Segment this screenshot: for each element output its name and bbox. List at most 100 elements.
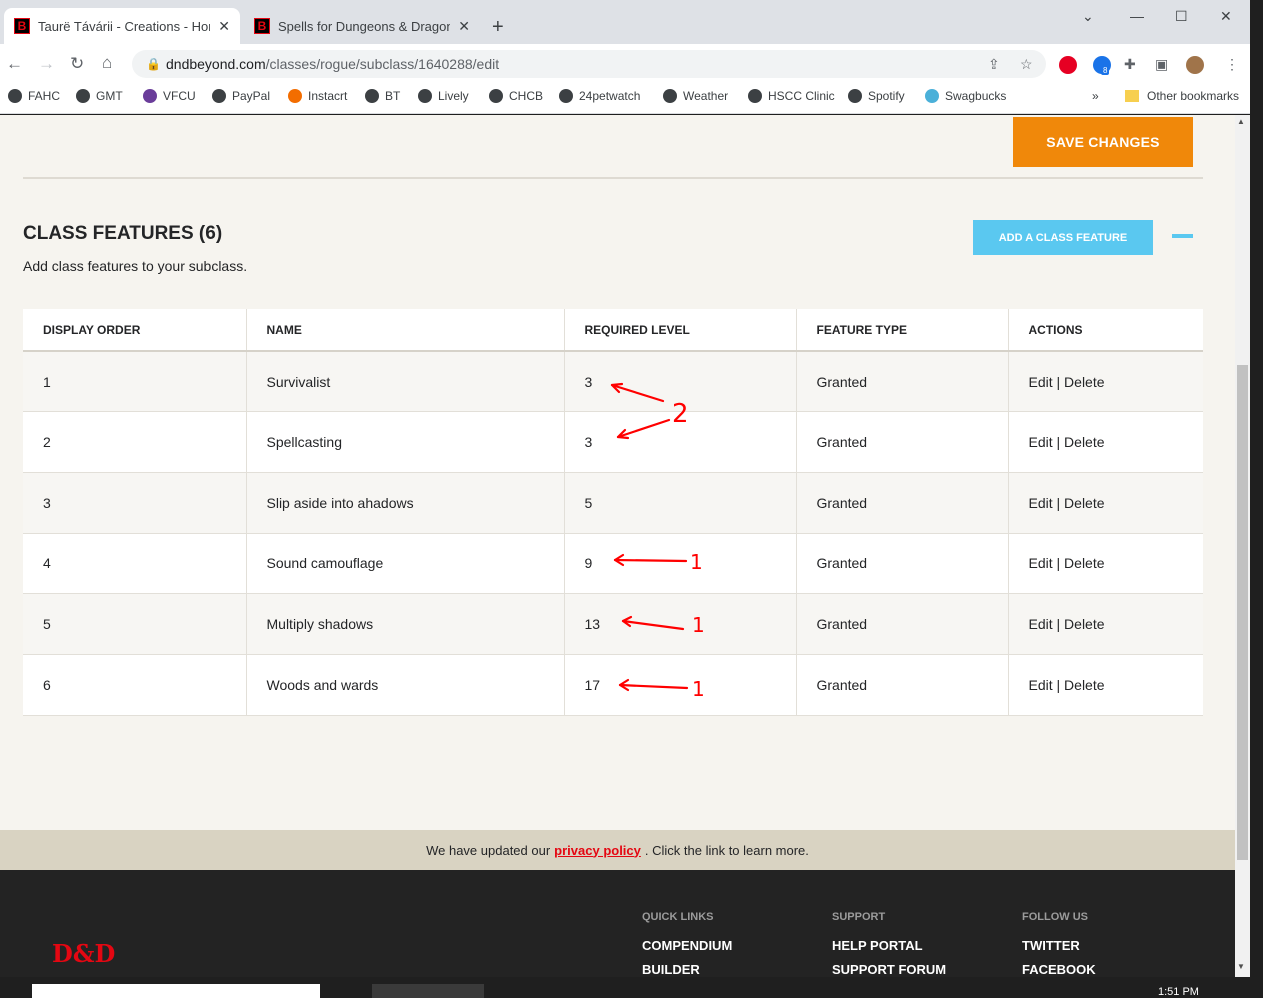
scroll-down-arrow-icon[interactable]: ▼ <box>1237 962 1245 971</box>
close-tab-icon[interactable]: ✕ <box>458 18 470 35</box>
delete-link[interactable]: Delete <box>1064 434 1104 450</box>
forward-arrow-icon[interactable]: → <box>38 54 55 74</box>
lock-icon[interactable]: 🔒 <box>146 57 161 71</box>
edit-link[interactable]: Edit <box>1029 495 1053 511</box>
cell-level: 17 <box>564 654 797 716</box>
extension-badge-count: 8 <box>1101 66 1110 75</box>
url-host: dndbeyond.com <box>166 56 266 72</box>
globe-icon <box>76 89 90 103</box>
swagbucks-icon <box>925 89 939 103</box>
bookmark-chcb[interactable]: CHCB <box>489 89 543 103</box>
bookmark-label: FAHC <box>28 89 61 103</box>
back-arrow-icon[interactable]: ← <box>6 54 23 74</box>
save-changes-button[interactable]: SAVE CHANGES <box>1013 117 1193 167</box>
bookmark-weather[interactable]: Weather <box>663 89 728 103</box>
footer-link-twitter[interactable]: TWITTER <box>1022 938 1080 953</box>
cell-level: 5 <box>564 472 797 534</box>
delete-link[interactable]: Delete <box>1064 616 1104 632</box>
col-name: NAME <box>246 309 565 352</box>
bookmark-hscc-clinic[interactable]: HSCC Clinic <box>748 89 835 103</box>
edit-link[interactable]: Edit <box>1029 616 1053 632</box>
bookmark-fahc[interactable]: FAHC <box>8 89 60 103</box>
delete-link[interactable]: Delete <box>1064 374 1104 390</box>
footer-link-help-portal[interactable]: HELP PORTAL <box>832 938 923 953</box>
cell-level: 13 <box>564 593 797 655</box>
collapse-minus-icon[interactable] <box>1172 234 1193 238</box>
profile-avatar[interactable] <box>1186 56 1204 74</box>
cell-order: 4 <box>23 533 247 595</box>
privacy-policy-link[interactable]: privacy policy <box>554 843 641 858</box>
bookmark-swagbucks[interactable]: Swagbucks <box>925 89 1006 103</box>
minimize-icon[interactable]: — <box>1130 8 1144 24</box>
tab-title: Spells for Dungeons & Dragons ( <box>278 18 451 34</box>
cell-actions: Edit | Delete <box>1008 351 1203 413</box>
close-tab-icon[interactable]: ✕ <box>218 18 230 35</box>
table-row: 4 Sound camouflage 9 Granted Edit | Dele… <box>23 533 1203 595</box>
table-row: 6 Woods and wards 17 Granted Edit | Dele… <box>23 654 1203 716</box>
bookmark-gmt[interactable]: GMT <box>76 89 123 103</box>
delete-link[interactable]: Delete <box>1064 677 1104 693</box>
url-path: /classes/rogue/subclass/1640288/edit <box>265 56 500 72</box>
close-window-icon[interactable]: ✕ <box>1220 8 1232 25</box>
action-separator: | <box>1056 676 1061 693</box>
share-icon[interactable]: ⇪ <box>988 56 1000 73</box>
cell-type: Granted <box>796 472 1009 534</box>
new-tab-icon[interactable]: + <box>492 16 504 39</box>
edit-link[interactable]: Edit <box>1029 434 1053 450</box>
cell-type: Granted <box>796 593 1009 655</box>
cell-order: 1 <box>23 351 247 413</box>
star-bookmark-icon[interactable]: ☆ <box>1020 56 1033 73</box>
footer-link-builder[interactable]: BUILDER <box>642 962 700 977</box>
notice-text: . Click the link to learn more. <box>644 842 809 858</box>
bookmark-label: Weather <box>683 89 729 103</box>
bookmarks-overflow-icon[interactable]: » <box>1092 89 1099 103</box>
bookmark-lively[interactable]: Lively <box>418 89 469 103</box>
dndbeyond-favicon-icon: B <box>254 18 270 34</box>
bookmark-instacrt[interactable]: Instacrt <box>288 89 347 103</box>
tab-creations[interactable]: B Taurë Távárii - Creations - Homeb ✕ <box>4 8 240 44</box>
bookmark-24petwatch[interactable]: 24petwatch <box>559 89 640 103</box>
tab-search-chevron-icon[interactable]: ⌄ <box>1082 8 1094 25</box>
bookmark-vfcu[interactable]: VFCU <box>143 89 196 103</box>
footer-link-facebook[interactable]: FACEBOOK <box>1022 962 1096 977</box>
reload-icon[interactable]: ↻ <box>70 54 84 74</box>
privacy-notice: We have updated our privacy policy . Cli… <box>0 830 1235 870</box>
scrollbar-thumb[interactable] <box>1237 365 1248 860</box>
bookmark-label: BT <box>385 89 401 103</box>
menu-kebab-icon[interactable]: ⋮ <box>1225 56 1239 73</box>
add-class-feature-button[interactable]: ADD A CLASS FEATURE <box>973 220 1153 255</box>
carrot-icon <box>288 89 302 103</box>
dnd-logo[interactable]: D&D <box>52 939 115 968</box>
cell-name: Woods and wards <box>246 654 565 716</box>
edit-link[interactable]: Edit <box>1029 677 1053 693</box>
side-panel-icon[interactable]: ▣ <box>1155 56 1168 73</box>
action-separator: | <box>1056 555 1061 572</box>
home-icon[interactable]: ⌂ <box>102 53 112 73</box>
globe-icon <box>489 89 503 103</box>
url-text[interactable]: dndbeyond.com/classes/rogue/subclass/164… <box>166 56 499 72</box>
cell-name: Slip aside into ahadows <box>246 472 565 534</box>
other-bookmarks[interactable]: Other bookmarks <box>1125 89 1239 103</box>
edit-link[interactable]: Edit <box>1029 374 1053 390</box>
footer-link-support-forum[interactable]: SUPPORT FORUM <box>832 962 946 977</box>
bookmark-label: Instacrt <box>308 89 348 103</box>
footer-link-compendium[interactable]: COMPENDIUM <box>642 938 732 953</box>
maximize-icon[interactable]: ☐ <box>1175 8 1188 25</box>
cell-actions: Edit | Delete <box>1008 654 1203 716</box>
taskbar-chrome-app[interactable] <box>372 984 484 998</box>
scroll-up-arrow-icon[interactable]: ▲ <box>1237 117 1245 126</box>
bookmark-bt[interactable]: BT <box>365 89 400 103</box>
puzzle-extensions-icon[interactable]: ✚ <box>1124 56 1136 73</box>
bookmark-paypal[interactable]: PayPal <box>212 89 270 103</box>
taskbar-search-box[interactable] <box>32 984 320 998</box>
action-separator: | <box>1056 373 1061 390</box>
cell-actions: Edit | Delete <box>1008 472 1203 534</box>
tab-spells[interactable]: B Spells for Dungeons & Dragons ( ✕ <box>244 8 480 44</box>
delete-link[interactable]: Delete <box>1064 495 1104 511</box>
pinterest-extension-icon[interactable] <box>1059 56 1077 74</box>
class-features-table: DISPLAY ORDER NAME REQUIRED LEVEL FEATUR… <box>23 309 1203 716</box>
bookmark-spotify[interactable]: Spotify <box>848 89 905 103</box>
delete-link[interactable]: Delete <box>1064 555 1104 571</box>
edit-link[interactable]: Edit <box>1029 555 1053 571</box>
table-row: 2 Spellcasting 3 Granted Edit | Delete <box>23 411 1203 473</box>
